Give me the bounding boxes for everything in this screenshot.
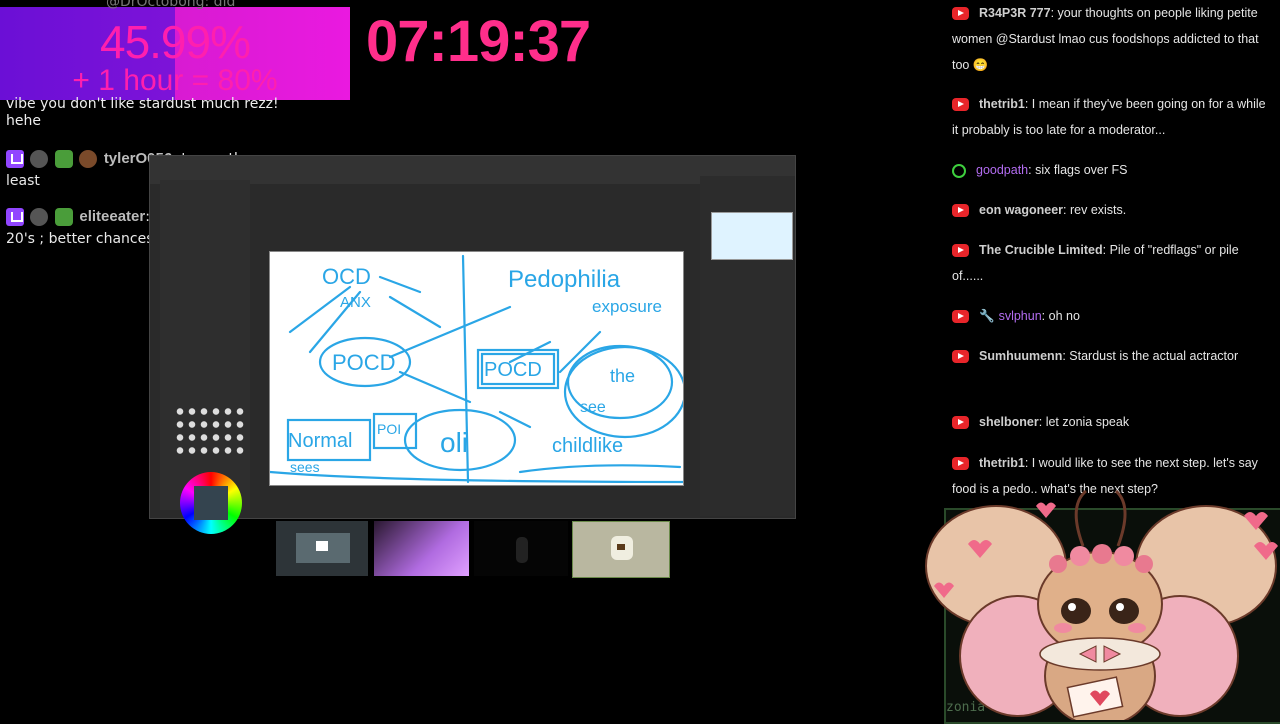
twitch-icon: [6, 150, 24, 168]
thumbnail-webcam[interactable]: [374, 521, 469, 576]
canvas-label: POI: [377, 421, 401, 437]
canvas-label: see: [580, 399, 606, 416]
navigator-thumbnail: [711, 212, 793, 260]
youtube-icon: [952, 416, 969, 430]
youtube-icon: [952, 457, 969, 471]
chat-message: goodpath: six flags over FS: [952, 157, 1270, 183]
chat-username[interactable]: thetrib1: [979, 97, 1025, 111]
kick-icon: [952, 163, 966, 178]
frog-badge-icon: [54, 208, 73, 226]
chat-message: R34P3R 777: your thoughts on people liki…: [952, 0, 1270, 78]
canvas-label: Normal: [288, 430, 352, 452]
canvas-label: the: [610, 366, 635, 386]
chat-username[interactable]: thetrib1: [979, 456, 1025, 470]
chat-message: 🔧 svlphun: oh no: [952, 303, 1270, 329]
avatar: [79, 150, 98, 168]
sketch-drawing: OCD Pedophilia exposure ANX POCD POCD No…: [270, 254, 683, 484]
chat-username[interactable]: shelboner: [979, 415, 1039, 429]
canvas-label: OCD: [322, 264, 371, 289]
chat-username[interactable]: eon wagoneer: [979, 203, 1063, 217]
chat-message: The Crucible Limited: Pile of "redflags"…: [952, 237, 1270, 289]
chat-username[interactable]: goodpath: [976, 163, 1028, 177]
twitch-icon: [6, 208, 24, 226]
stream-timer: 07:19:37: [366, 9, 591, 74]
chat-text: : six flags over FS: [1028, 163, 1128, 177]
canvas-label: POCD: [332, 350, 396, 375]
chat-text: : oh no: [1041, 309, 1080, 323]
youtube-icon: [952, 350, 969, 364]
chat-message: eon wagoneer: rev exists.: [952, 197, 1270, 223]
thumbnail-dark[interactable]: [474, 521, 568, 576]
chat-text: : Stardust is the actual actractor: [1062, 349, 1239, 363]
chat-username[interactable]: svlphun: [999, 309, 1042, 323]
youtube-icon: [952, 310, 969, 324]
youtube-icon: [952, 98, 969, 112]
avatar: [30, 150, 49, 168]
chat-partial-username: @DrOctobong: did: [106, 0, 236, 10]
tool-panel: [160, 180, 250, 534]
chat-message: shelboner: let zonia speak: [952, 409, 1270, 435]
moth-mascot: [925, 489, 1278, 720]
chat-continued-text: vibe you don't like stardust much rezz! …: [6, 96, 279, 129]
thumbnail-image[interactable]: [572, 521, 670, 578]
chat-text: : let zonia speak: [1038, 415, 1130, 429]
chat-message: thetrib1: I mean if they've been going o…: [952, 91, 1270, 143]
drawing-canvas: OCD Pedophilia exposure ANX POCD POCD No…: [269, 251, 684, 486]
canvas-label: childlike: [552, 435, 623, 457]
chat-username[interactable]: eliteeater: [79, 208, 145, 225]
canvas-label: Pedophilia: [508, 266, 621, 293]
chat-text: : rev exists.: [1063, 203, 1127, 217]
canvas-label: sees: [290, 459, 320, 475]
canvas-label: ANX: [340, 294, 371, 311]
youtube-icon: [952, 204, 969, 218]
sword-badge-icon: [54, 150, 73, 168]
wrench-badge-icon: 🔧: [979, 309, 995, 323]
canvas-label: oli: [440, 427, 468, 458]
chat-username[interactable]: R34P3R 777: [979, 6, 1051, 20]
youtube-icon: [952, 244, 969, 258]
brush-presets: [174, 405, 246, 457]
canvas-label: POCD: [484, 359, 542, 381]
avatar: [30, 208, 49, 226]
chat-username[interactable]: The Crucible Limited: [979, 243, 1103, 257]
layers-panel: [700, 176, 795, 516]
chat-message: Sumhuumenn: Stardust is the actual actra…: [952, 343, 1270, 369]
youtube-icon: [952, 7, 969, 21]
chat-username[interactable]: Sumhuumenn: [979, 349, 1062, 363]
color-wheel-icon: [180, 472, 242, 534]
thumbnail-video[interactable]: [276, 521, 368, 576]
canvas-label: exposure: [592, 297, 662, 316]
screen-capture-window: OCD Pedophilia exposure ANX POCD POCD No…: [149, 155, 796, 534]
